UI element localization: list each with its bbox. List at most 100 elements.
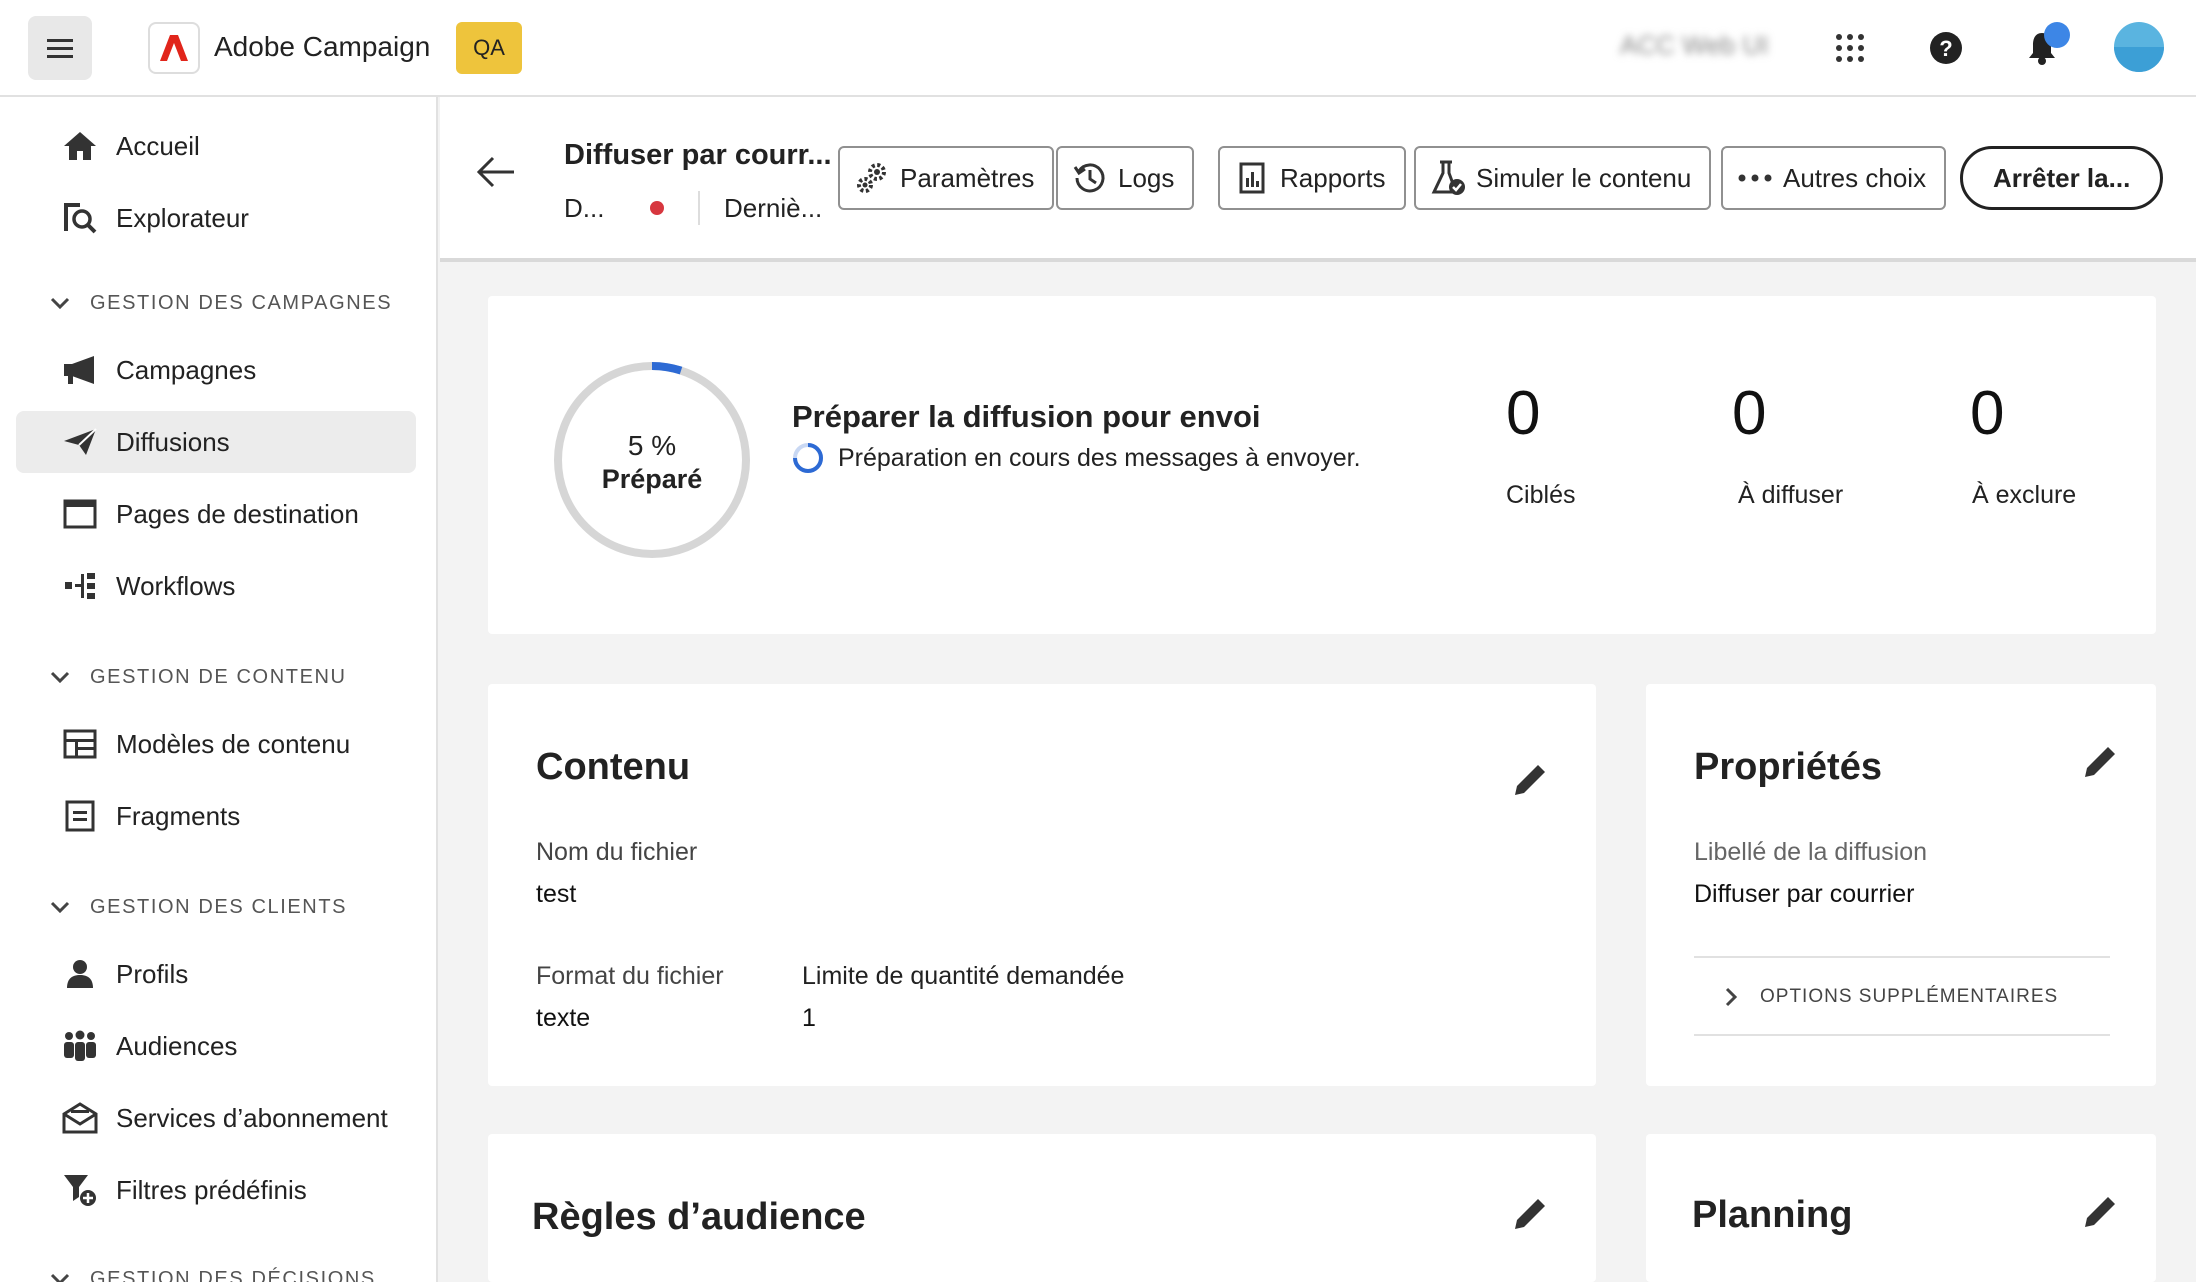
stat-excluded-value: 0 xyxy=(1970,379,2005,448)
file-format-value: texte xyxy=(536,1004,591,1032)
additional-options-toggle[interactable]: OPTIONS SUPPLÉMENTAIRES xyxy=(1694,956,2110,1036)
sidebar-item-label: Campagnes xyxy=(116,354,257,385)
logs-button[interactable]: Logs xyxy=(1056,146,1195,210)
sidebar-item-workflows[interactable]: Workflows xyxy=(16,555,416,617)
section-content[interactable]: GESTION DE CONTENU xyxy=(46,663,347,691)
file-name-value: test xyxy=(536,880,577,908)
send-icon xyxy=(60,422,100,462)
beaker-check-icon xyxy=(1430,160,1466,196)
menu-button[interactable] xyxy=(28,16,92,80)
additional-options-label: OPTIONS SUPPLÉMENTAIRES xyxy=(1760,986,2059,1007)
sidebar-item-services-abonnement[interactable]: Services d’abonnement xyxy=(16,1087,416,1149)
stat-to-deliver-value: 0 xyxy=(1732,379,1767,448)
stat-excluded-label: À exclure xyxy=(1972,481,2077,509)
sidebar-item-filtres-predefinis[interactable]: Filtres prédéfinis xyxy=(16,1159,416,1221)
stat-targeted-value: 0 xyxy=(1506,379,1541,448)
stop-delivery-button[interactable]: Arrêter la... xyxy=(1960,146,2164,210)
sidebar-item-accueil[interactable]: Accueil xyxy=(16,115,416,177)
preparation-message: Préparation en cours des messages à envo… xyxy=(838,443,1361,472)
file-format-label: Format du fichier xyxy=(536,962,724,990)
sidebar-item-fragments[interactable]: Fragments xyxy=(16,785,416,847)
sidebar-item-label: Filtres prédéfinis xyxy=(116,1174,307,1205)
delivery-label-value: Diffuser par courrier xyxy=(1694,880,1915,908)
sidebar-item-audiences[interactable]: Audiences xyxy=(16,1015,416,1077)
notification-dot xyxy=(2044,22,2070,48)
button-label: Paramètres xyxy=(900,162,1035,193)
explorer-icon xyxy=(60,198,100,238)
more-options-button[interactable]: Autres choix xyxy=(1721,146,1947,210)
gears-icon xyxy=(854,160,890,196)
sidebar-item-modeles-de-contenu[interactable]: Modèles de contenu xyxy=(16,713,416,775)
spinner-icon xyxy=(793,443,823,473)
section-title: GESTION DE CONTENU xyxy=(90,665,347,688)
quantity-limit-label: Limite de quantité demandée xyxy=(802,962,1125,990)
help-icon[interactable]: ? xyxy=(1924,26,1968,70)
sidebar-item-label: Profils xyxy=(116,958,189,989)
workflow-icon xyxy=(60,566,100,606)
megaphone-icon xyxy=(60,350,100,390)
app-title: Adobe Campaign xyxy=(214,31,431,62)
edit-icon[interactable] xyxy=(2082,744,2118,780)
sidebar-item-campagnes[interactable]: Campagnes xyxy=(16,339,416,401)
back-arrow-icon[interactable] xyxy=(476,155,520,199)
reports-button[interactable]: Rapports xyxy=(1218,146,1406,210)
edit-icon[interactable] xyxy=(1512,762,1548,798)
button-label: Simuler le contenu xyxy=(1476,162,1692,193)
org-switcher[interactable]: ACC Web UI xyxy=(1620,30,1768,61)
sidebar-item-diffusions[interactable]: Diffusions xyxy=(16,411,416,473)
top-bar: Adobe Campaign QA ACC Web UI ? xyxy=(0,0,2196,97)
sidebar-item-profils[interactable]: Profils xyxy=(16,943,416,1005)
avatar[interactable] xyxy=(2114,22,2164,72)
sidebar-item-pages-de-destination[interactable]: Pages de destination xyxy=(16,483,416,545)
section-campaigns[interactable]: GESTION DES CAMPAGNES xyxy=(46,289,392,317)
environment-badge: QA xyxy=(456,22,522,74)
file-name-label: Nom du fichier xyxy=(536,838,698,866)
card-title: Règles d’audience xyxy=(532,1196,866,1238)
planning-card: Planning xyxy=(1646,1134,2156,1282)
chevron-right-icon xyxy=(1725,987,1738,1007)
divider xyxy=(698,191,700,225)
progress-state: Préparé xyxy=(601,464,703,494)
last-modified: Derniè... xyxy=(724,193,823,223)
adobe-logo[interactable] xyxy=(148,22,200,74)
mail-open-icon xyxy=(60,1098,100,1138)
history-icon xyxy=(1072,160,1108,196)
fragment-icon xyxy=(60,796,100,836)
home-icon xyxy=(60,126,100,166)
status-dot xyxy=(650,201,664,215)
user-icon xyxy=(60,954,100,994)
card-title: Contenu xyxy=(536,746,691,788)
section-title: GESTION DES CLIENTS xyxy=(90,895,348,918)
edit-icon[interactable] xyxy=(1512,1196,1548,1232)
report-icon xyxy=(1234,160,1270,196)
sidebar: Accueil Explorateur GESTION DES CAMPAGNE… xyxy=(0,97,438,1282)
audience-rules-card: Règles d’audience xyxy=(488,1134,1596,1282)
button-label: Rapports xyxy=(1280,162,1386,193)
users-icon xyxy=(60,1026,100,1066)
card-title: Planning xyxy=(1692,1194,1853,1236)
app-switcher-icon[interactable] xyxy=(1828,26,1872,70)
parameters-button[interactable]: Paramètres xyxy=(838,146,1055,210)
section-title: GESTION DES DÉCISIONS xyxy=(90,1267,376,1282)
chevron-down-icon xyxy=(46,893,74,921)
sidebar-item-explorateur[interactable]: Explorateur xyxy=(16,187,416,249)
delivery-label-label: Libellé de la diffusion xyxy=(1694,838,1928,866)
delivery-header: Diffuser par courr... D... Derniè... Par… xyxy=(440,97,2196,262)
simulate-content-button[interactable]: Simuler le contenu xyxy=(1414,146,1712,210)
section-title: GESTION DES CAMPAGNES xyxy=(90,291,393,314)
sidebar-item-label: Diffusions xyxy=(116,426,230,457)
sidebar-item-label: Accueil xyxy=(116,130,200,161)
preparation-status: Préparation en cours des messages à envo… xyxy=(792,442,1361,474)
chevron-down-icon xyxy=(46,663,74,691)
filter-add-icon xyxy=(60,1170,100,1210)
progress-card: 5 % Préparé Préparer la diffusion pour e… xyxy=(488,296,2156,634)
sidebar-item-label: Modèles de contenu xyxy=(116,728,351,759)
sidebar-item-label: Audiences xyxy=(116,1030,238,1061)
section-decisions[interactable]: GESTION DES DÉCISIONS xyxy=(46,1265,376,1282)
sidebar-item-label: Services d’abonnement xyxy=(116,1102,388,1133)
sidebar-item-label: Workflows xyxy=(116,570,236,601)
preparation-title: Préparer la diffusion pour envoi xyxy=(792,399,1261,434)
section-customers[interactable]: GESTION DES CLIENTS xyxy=(46,893,347,921)
edit-icon[interactable] xyxy=(2082,1194,2118,1230)
button-label: Autres choix xyxy=(1783,162,1927,193)
